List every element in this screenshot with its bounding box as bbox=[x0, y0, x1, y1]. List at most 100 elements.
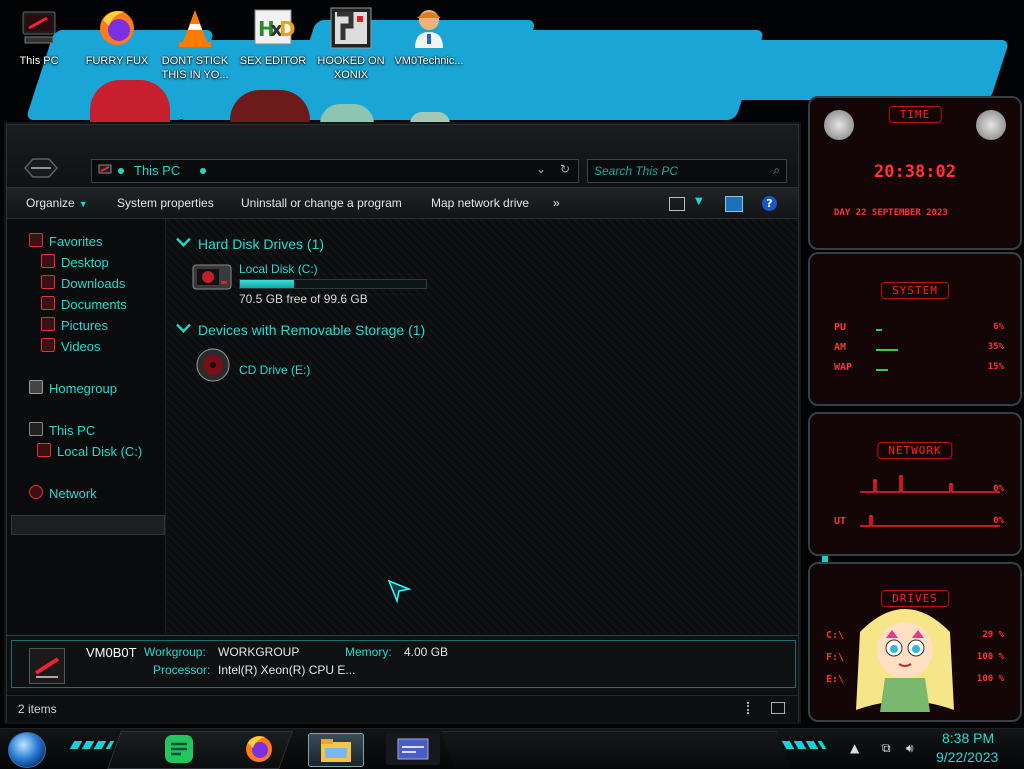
taskbar-file-explorer[interactable] bbox=[308, 733, 364, 767]
content-area: Hard Disk Drives (1) Local Disk (C:) 70.… bbox=[167, 219, 797, 633]
hard-drive-icon bbox=[37, 443, 51, 457]
view-options-icon[interactable] bbox=[669, 197, 685, 211]
drive-e-usage: 100 % bbox=[976, 674, 1004, 684]
taskbar-clock-time[interactable]: 8:38 PM bbox=[942, 730, 994, 746]
swap-bar bbox=[876, 369, 888, 371]
address-bar[interactable]: This PC ⌄ ↻ bbox=[91, 159, 579, 183]
details-view-icon[interactable] bbox=[747, 702, 757, 714]
nav-label: Pictures bbox=[61, 318, 108, 333]
nav-label: Videos bbox=[61, 339, 101, 354]
volume-icon[interactable]: 🔊︎ bbox=[906, 741, 914, 756]
this-pc-desktop-icon[interactable]: This PC bbox=[2, 6, 76, 68]
memory-label: Memory: bbox=[345, 645, 392, 659]
nav-favorites[interactable]: Favorites bbox=[29, 233, 102, 249]
search-placeholder: Search This PC bbox=[594, 164, 679, 178]
computer-name: VM0B0T bbox=[86, 645, 137, 660]
taskbar-panel bbox=[441, 731, 791, 768]
nav-homegroup[interactable]: Homegroup bbox=[29, 380, 117, 396]
computer-icon bbox=[17, 6, 61, 50]
nav-videos[interactable]: Videos bbox=[41, 338, 101, 354]
search-icon[interactable]: ⌕ bbox=[773, 163, 780, 178]
nav-pictures[interactable]: Pictures bbox=[41, 317, 108, 333]
group-removable-storage[interactable]: Devices with Removable Storage (1) bbox=[176, 318, 426, 338]
pictures-folder-icon bbox=[41, 317, 55, 331]
swap-value: 15% bbox=[987, 362, 1004, 372]
wallpaper-character bbox=[90, 80, 170, 124]
back-forward-icon[interactable] bbox=[23, 157, 59, 179]
explorer-titlebar: This PC ⌄ ↻ Search This PC ⌕ bbox=[7, 125, 798, 188]
breadcrumb-separator-icon[interactable] bbox=[200, 168, 206, 174]
wallpaper-character bbox=[410, 112, 450, 124]
cpu-bar bbox=[876, 329, 882, 331]
taskbar-firefox[interactable] bbox=[232, 733, 286, 765]
widget-clock-time: 20:38:02 bbox=[874, 162, 956, 182]
map-network-drive-button[interactable]: Map network drive bbox=[431, 196, 529, 210]
nav-network[interactable]: Network bbox=[29, 485, 97, 501]
start-button[interactable] bbox=[8, 732, 46, 768]
network-widget-title: NETWORK bbox=[877, 442, 953, 459]
nav-label: Documents bbox=[61, 297, 127, 312]
nav-label: Desktop bbox=[61, 255, 109, 270]
user-doctor-icon bbox=[407, 6, 451, 50]
local-disk-c-name[interactable]: Local Disk (C:) bbox=[239, 262, 318, 276]
help-icon[interactable]: ? bbox=[762, 196, 777, 211]
chevron-down-icon[interactable]: ⌄ bbox=[536, 162, 546, 176]
system-properties-button[interactable]: System properties bbox=[117, 196, 214, 210]
vlc-desktop-icon[interactable]: DONT STICK THIS IN YO... bbox=[158, 6, 232, 82]
network-widget: NETWORK 0% UT 0% bbox=[808, 412, 1022, 556]
taskbar-clock-date[interactable]: 9/22/2023 bbox=[936, 749, 998, 765]
explorer-window: This PC ⌄ ↻ Search This PC ⌕ Organize ▼ S… bbox=[6, 124, 799, 722]
nav-label: Favorites bbox=[49, 234, 103, 249]
ram-value: 35% bbox=[987, 342, 1004, 352]
nav-local-disk[interactable]: Local Disk (C:) bbox=[37, 443, 142, 459]
local-disk-usage-bar bbox=[239, 279, 427, 289]
cd-drive-e-name[interactable]: CD Drive (E:) bbox=[239, 363, 310, 377]
group-label: Devices with Removable Storage (1) bbox=[198, 322, 426, 338]
firefox-desktop-icon[interactable]: FURRY FUX bbox=[80, 6, 154, 68]
search-input[interactable]: Search This PC ⌕ bbox=[587, 159, 787, 183]
nav-downloads[interactable]: Downloads bbox=[41, 275, 125, 291]
drive-f-usage: 100 % bbox=[976, 652, 1004, 662]
hard-drive-icon[interactable] bbox=[191, 259, 233, 295]
network-in-graph bbox=[860, 475, 1000, 493]
taskbar-control-panel[interactable] bbox=[386, 733, 440, 765]
show-hidden-icons-icon[interactable]: ▲ bbox=[850, 741, 859, 755]
network-out-graph bbox=[860, 515, 1000, 527]
organize-label: Organize bbox=[26, 196, 75, 210]
more-commands-button[interactable]: » bbox=[553, 196, 560, 210]
network-tray-icon[interactable]: ⧉ bbox=[882, 741, 891, 756]
memory-value: 4.00 GB bbox=[404, 645, 449, 659]
hxd-desktop-icon[interactable]: H x D SEX EDITOR bbox=[236, 6, 310, 68]
downloads-folder-icon bbox=[41, 275, 55, 289]
navigation-pane: Favorites Desktop Downloads Documents Pi… bbox=[7, 219, 166, 633]
drive-f-label: F:\ bbox=[826, 652, 845, 663]
svg-text:D: D bbox=[279, 17, 295, 41]
organize-button[interactable]: Organize ▼ bbox=[26, 196, 88, 210]
nav-label: Homegroup bbox=[49, 381, 117, 396]
drives-widget: DRIVES C:\ 29 % F:\ 100 % E:\ 100 % bbox=[808, 562, 1022, 722]
uninstall-program-button[interactable]: Uninstall or change a program bbox=[241, 196, 402, 210]
processor-value: Intel(R) Xeon(R) CPU E... bbox=[218, 663, 356, 677]
computer-icon bbox=[29, 648, 65, 684]
drive-c-label: C:\ bbox=[826, 630, 845, 641]
xonix-desktop-icon[interactable]: HOOKED ON XONIX bbox=[314, 6, 388, 82]
nav-this-pc[interactable]: This PC bbox=[29, 422, 95, 438]
nav-desktop[interactable]: Desktop bbox=[41, 254, 109, 270]
breadcrumb-this-pc[interactable]: This PC bbox=[134, 163, 180, 178]
preview-pane-icon[interactable] bbox=[725, 196, 743, 212]
group-hard-disk-drives[interactable]: Hard Disk Drives (1) bbox=[176, 232, 324, 252]
refresh-icon[interactable]: ↻ bbox=[560, 162, 570, 176]
swap-label: WAP bbox=[834, 362, 853, 373]
network-icon bbox=[29, 485, 43, 499]
taskbar-decoration bbox=[781, 741, 827, 749]
xonix-game-icon bbox=[329, 6, 373, 50]
taskbar-notes-app[interactable] bbox=[152, 733, 206, 765]
vm0-desktop-icon[interactable]: VM0Technic... bbox=[392, 6, 466, 68]
cd-drive-icon[interactable] bbox=[193, 347, 235, 383]
ram-label: AM bbox=[834, 342, 847, 353]
nav-documents[interactable]: Documents bbox=[41, 296, 127, 312]
large-icons-view-icon[interactable] bbox=[771, 702, 785, 714]
nav-label: Downloads bbox=[61, 276, 126, 291]
wallpaper-brushstroke bbox=[730, 40, 1010, 100]
chevron-down-icon[interactable]: ▼ bbox=[695, 196, 703, 207]
